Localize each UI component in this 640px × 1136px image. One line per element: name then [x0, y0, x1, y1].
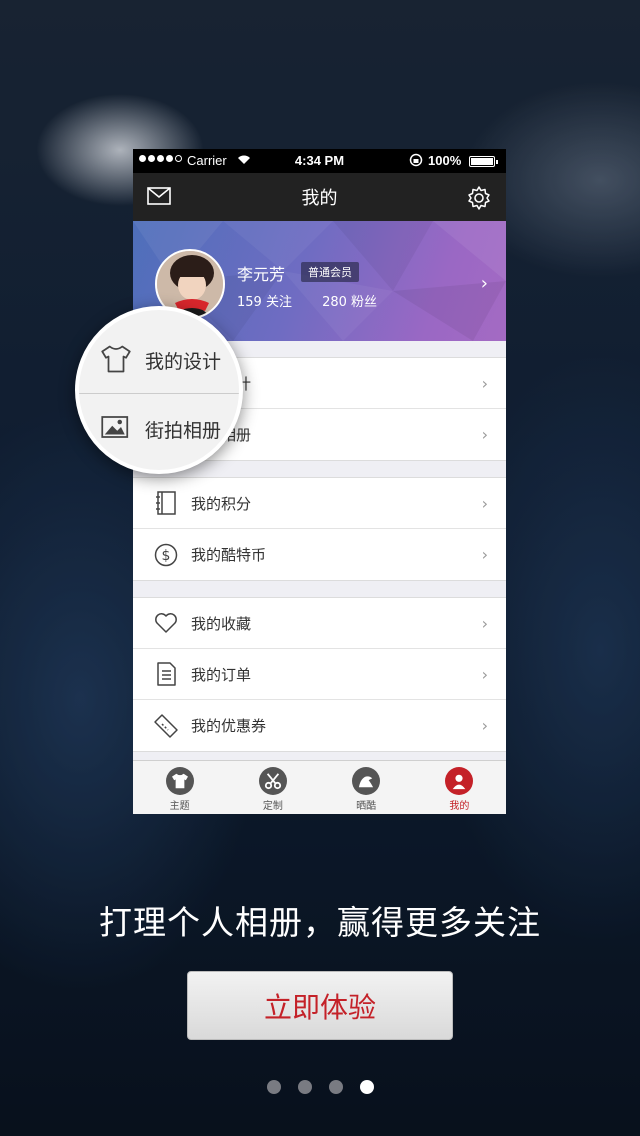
- start-button[interactable]: 立即体验: [187, 971, 453, 1040]
- member-badge: 普通会员: [301, 262, 359, 282]
- menu-item-favorites[interactable]: 我的收藏 ›: [133, 598, 506, 649]
- notebook-icon: [153, 490, 179, 516]
- tab-custom[interactable]: 定制: [226, 761, 319, 814]
- gear-icon[interactable]: [466, 185, 492, 215]
- menu-item-label: 我的积分: [191, 494, 252, 513]
- tab-mine[interactable]: 我的: [413, 761, 506, 814]
- feature-caption: 打理个人相册，赢得更多关注: [99, 903, 541, 942]
- chevron-right-icon: ›: [481, 493, 488, 513]
- menu-item-label: 我的优惠券: [191, 717, 267, 735]
- hat-icon: [352, 767, 381, 795]
- chevron-right-icon: ›: [481, 373, 488, 393]
- tab-label: 晒酷: [356, 801, 377, 812]
- page-dot[interactable]: [266, 1080, 281, 1094]
- profile-name: 李元芳: [237, 265, 286, 284]
- tab-bar: 主题 定制 晒酷 我的: [133, 760, 506, 814]
- order-icon: [153, 661, 179, 687]
- tab-showcase[interactable]: 晒酷: [320, 761, 413, 814]
- menu-group-3: 我的收藏 › 我的订单 › 我的优惠券 ›: [133, 597, 506, 752]
- menu-item-points[interactable]: 我的积分 ›: [133, 478, 506, 529]
- phone-screenshot: Carrier 4:34 PM 100% 我的 李元芳 普通会员 159 关注 …: [133, 149, 506, 814]
- battery-percent: 100%: [428, 153, 462, 168]
- nav-bar: 我的: [133, 173, 506, 221]
- menu-group-2: 我的积分 › $ 我的酷特币 ›: [133, 477, 506, 581]
- page-title: 我的: [301, 188, 338, 209]
- page-dot-active[interactable]: [359, 1080, 374, 1094]
- status-bar: Carrier 4:34 PM 100%: [133, 149, 506, 173]
- tab-label: 我的: [449, 801, 470, 812]
- coupon-icon: [153, 713, 179, 739]
- tab-theme[interactable]: 主题: [133, 761, 226, 814]
- page-dot[interactable]: [297, 1080, 312, 1094]
- magnified-menu-item: 我的设计: [79, 328, 239, 394]
- user-icon: [445, 767, 474, 795]
- mail-icon[interactable]: [147, 187, 171, 209]
- magnifier-callout: 我的设计 街拍相册: [75, 306, 243, 474]
- chevron-right-icon: ›: [481, 613, 488, 633]
- page-indicator: [0, 1080, 640, 1094]
- profile-stats: 159 关注 280 粉丝: [237, 291, 403, 310]
- menu-item-label: 我的收藏: [191, 614, 252, 633]
- following-count[interactable]: 159 关注: [237, 295, 292, 310]
- menu-item-kute-coin[interactable]: $ 我的酷特币 ›: [133, 529, 506, 580]
- fans-count[interactable]: 280 粉丝: [322, 295, 377, 310]
- tshirt-icon: [165, 767, 194, 795]
- scissors-icon: [258, 767, 287, 795]
- svg-text:$: $: [162, 548, 171, 564]
- magnified-menu-item: 街拍相册: [79, 396, 239, 462]
- rotation-lock-icon: [409, 153, 423, 170]
- photo-icon: [101, 413, 131, 445]
- menu-item-orders[interactable]: 我的订单 ›: [133, 649, 506, 700]
- magnified-label: 我的设计: [145, 351, 222, 373]
- page-dot[interactable]: [328, 1080, 343, 1094]
- chevron-right-icon: ›: [481, 664, 488, 684]
- chevron-right-icon: ›: [480, 273, 488, 294]
- battery-icon: [469, 156, 498, 167]
- tshirt-icon: [101, 345, 131, 377]
- dollar-icon: $: [153, 542, 179, 568]
- menu-item-label: 我的酷特币: [191, 546, 267, 564]
- menu-item-coupons[interactable]: 我的优惠券 ›: [133, 700, 506, 751]
- heart-icon: [153, 610, 179, 636]
- tab-label: 定制: [262, 801, 283, 812]
- chevron-right-icon: ›: [481, 425, 488, 444]
- menu-item-label: 我的订单: [191, 665, 252, 684]
- chevron-right-icon: ›: [481, 716, 488, 735]
- magnified-label: 街拍相册: [145, 419, 222, 442]
- tab-label: 主题: [169, 801, 190, 812]
- chevron-right-icon: ›: [481, 545, 488, 564]
